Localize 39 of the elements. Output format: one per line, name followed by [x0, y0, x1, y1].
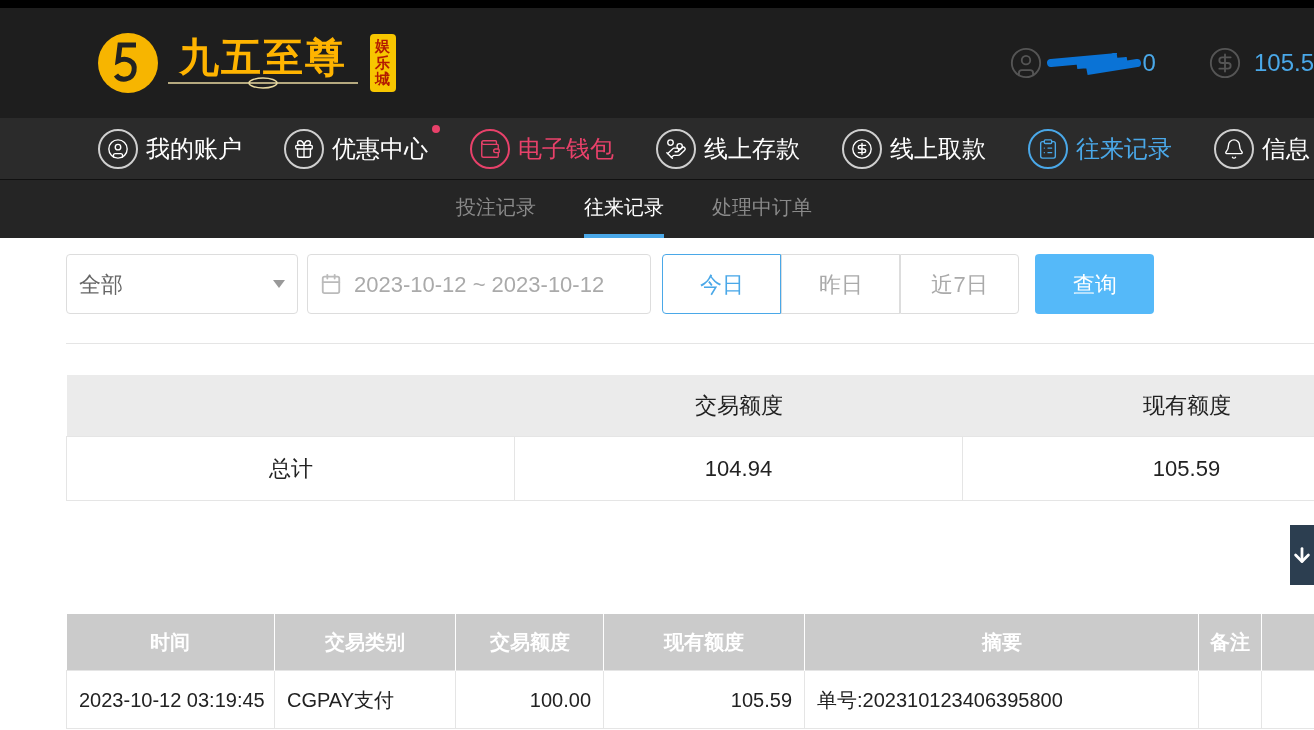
- table-cell: CGPAY支付: [274, 670, 456, 729]
- dollar-icon: [842, 128, 882, 169]
- nav-link[interactable]: 线上存款: [704, 130, 800, 167]
- table-cell: 105.59: [962, 436, 1314, 500]
- type-select[interactable]: 全部: [66, 254, 298, 314]
- balance: 105.5: [1253, 48, 1314, 78]
- nav-link[interactable]: 电子钱包: [518, 130, 614, 167]
- calendar-icon: [320, 273, 342, 295]
- table-cell: 104.94: [514, 436, 963, 500]
- table-cell: 单号:202310123406395800: [804, 670, 1199, 729]
- username: 0: [1142, 48, 1156, 78]
- nav-link[interactable]: 往来记录: [1076, 130, 1172, 167]
- logo-emblem-icon: [96, 31, 160, 95]
- wallet-icon: [470, 128, 510, 169]
- bell-icon: [1214, 128, 1254, 169]
- nav-link[interactable]: 我的账户: [146, 130, 242, 167]
- gift-icon: [284, 128, 324, 169]
- logo-title: 九五至尊: [179, 37, 347, 77]
- sub-tab[interactable]: 投注记录: [456, 180, 536, 238]
- table-cell: 105.59: [603, 670, 805, 729]
- clipboard-icon: [1028, 128, 1068, 169]
- scroll-down-button[interactable]: [1290, 524, 1314, 585]
- nav-link[interactable]: 信息: [1262, 130, 1310, 167]
- sub-tab[interactable]: 往来记录: [584, 180, 664, 238]
- sub-tab[interactable]: 处理中订单: [712, 180, 812, 238]
- table-cell: 2023-10-12 03:19:45: [66, 670, 275, 729]
- logo-badge: 娱乐城: [370, 34, 396, 92]
- dollar-icon: [1207, 46, 1242, 80]
- ornament-icon: [168, 77, 358, 89]
- user-icon: [1008, 46, 1043, 80]
- hand-coins-icon: [656, 128, 696, 169]
- table-cell: 总计: [66, 436, 515, 500]
- nav-link[interactable]: 优惠中心: [332, 130, 428, 167]
- column-header: 交易额度: [514, 375, 963, 436]
- column-header: 现有额度: [962, 375, 1314, 436]
- dropdown-caret-icon: [273, 280, 285, 288]
- nav-link[interactable]: 线上取款: [890, 130, 986, 167]
- table-cell: 100.00: [455, 670, 604, 729]
- user-icon: [98, 128, 138, 169]
